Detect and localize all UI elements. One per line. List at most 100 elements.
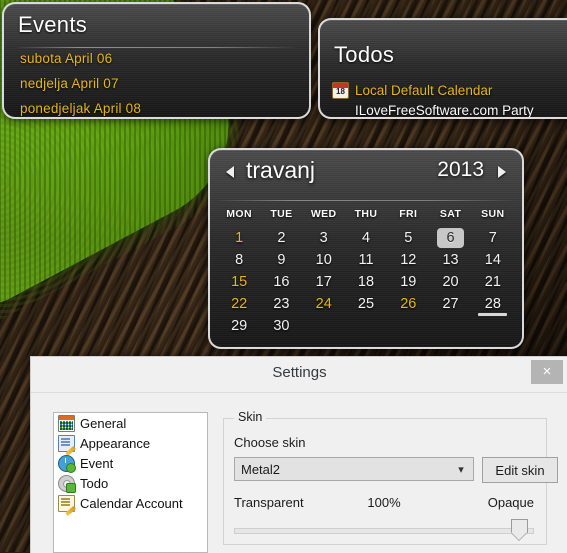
- note-pencil-icon: [58, 434, 75, 452]
- list-item[interactable]: nedjelja April 07: [20, 76, 297, 91]
- transparency-labels: Transparent 100% Opaque: [234, 495, 534, 513]
- list-item[interactable]: subota April 06: [20, 51, 297, 66]
- calendar-day-label: 17: [315, 274, 332, 290]
- calendar-grid: MON TUE WED THU FRI SAT SUN 1 2 3 4 5 6 7 8 9 10 11 12 13 1…: [218, 208, 514, 337]
- settings-titlebar[interactable]: Settings ×: [31, 357, 567, 392]
- events-gadget[interactable]: Events subota April 06 nedjelja April 07…: [2, 2, 311, 119]
- settings-window: Settings × General Appearance Event Todo Cal…: [30, 356, 567, 553]
- calendar-day-23[interactable]: 23: [260, 293, 302, 315]
- calendar-gadget[interactable]: travanj 2013 MON TUE WED THU FRI SAT SUN 12345…: [208, 148, 524, 349]
- calendar-day-4[interactable]: 4: [345, 227, 387, 249]
- calendar-day-17[interactable]: 17: [303, 271, 345, 293]
- calendar-day-20[interactable]: 20: [429, 271, 471, 293]
- todos-gadget[interactable]: Todos 18 Local Default Calendar ILoveFre…: [318, 18, 567, 119]
- events-divider: [17, 47, 296, 48]
- calendar-day-label: 30: [273, 318, 290, 334]
- calendar-week-row: 8 9 10 11 12 13 14: [218, 249, 514, 271]
- calendar-day-22[interactable]: 22: [218, 293, 260, 315]
- calendar-day-label: 13: [442, 252, 459, 268]
- calendar-day-label: 4: [361, 230, 371, 246]
- calendar-day-label: [395, 316, 422, 336]
- calendar-year-label: 2013: [437, 158, 484, 181]
- calendar-week-row: 22 23 24 25 26 27 28: [218, 293, 514, 316]
- close-icon[interactable]: ×: [531, 360, 563, 384]
- calendar-day-29[interactable]: 29: [218, 315, 260, 337]
- todos-list: 18 Local Default Calendar ILoveFreeSoftw…: [332, 82, 567, 117]
- calendar-day-5[interactable]: 5: [387, 227, 429, 249]
- calendar-day-28[interactable]: 28: [472, 293, 514, 316]
- calendar-day-2[interactable]: 2: [260, 227, 302, 249]
- calendar-day-empty: [472, 315, 514, 337]
- todos-calendar-row[interactable]: 18 Local Default Calendar: [332, 82, 567, 99]
- sidebar-item-general[interactable]: General: [54, 413, 207, 433]
- calendar-day-26[interactable]: 26: [387, 293, 429, 315]
- calendar-icon: 18: [332, 82, 349, 99]
- calendar-day-16[interactable]: 16: [260, 271, 302, 293]
- transparency-slider[interactable]: [234, 519, 534, 541]
- calendar-day-24[interactable]: 24: [303, 293, 345, 315]
- calendar-day-30[interactable]: 30: [260, 315, 302, 337]
- calendar-day-18[interactable]: 18: [345, 271, 387, 293]
- page-title: Settings: [272, 364, 327, 381]
- calendar-day-3[interactable]: 3: [303, 227, 345, 249]
- calendar-day-8[interactable]: 8: [218, 249, 260, 271]
- calendar-day-label: 3: [319, 230, 328, 246]
- calendar-day-empty: [303, 315, 345, 337]
- calendar-day-7[interactable]: 7: [472, 227, 514, 249]
- list-item[interactable]: ILoveFreeSoftware.com Party: [355, 103, 567, 117]
- calendar-day-label: 20: [442, 274, 459, 290]
- calendar-day-11[interactable]: 11: [345, 249, 387, 271]
- sidebar-item-appearance[interactable]: Appearance: [54, 433, 207, 453]
- slider-track: [234, 528, 534, 534]
- calendar-day-label: 28: [478, 294, 508, 316]
- calendar-day-9[interactable]: 9: [260, 249, 302, 271]
- calendar-icon-day: 18: [336, 87, 345, 96]
- slider-thumb[interactable]: [511, 519, 528, 533]
- calendar-month-label: travanj: [246, 157, 316, 183]
- clock-add-icon: [58, 454, 76, 473]
- account-pencil-icon: [58, 494, 75, 512]
- events-gadget-title: Events: [18, 12, 88, 37]
- calendar-day-label: 7: [488, 230, 497, 246]
- sidebar-item-calendar-account[interactable]: Calendar Account: [54, 493, 207, 513]
- calendar-day-21[interactable]: 21: [472, 271, 514, 293]
- calendar-day-label: 6: [437, 228, 465, 248]
- calendar-day-27[interactable]: 27: [429, 293, 471, 315]
- settings-nav-list[interactable]: General Appearance Event Todo Calendar Accou…: [53, 412, 208, 553]
- calendar-day-label: 5: [404, 230, 413, 246]
- calendar-day-13[interactable]: 13: [429, 249, 471, 271]
- skin-group-label: Skin: [234, 410, 267, 424]
- sidebar-item-label: Appearance: [80, 435, 151, 451]
- list-item[interactable]: ponedjeljak April 08: [20, 101, 297, 116]
- calendar-day-label: [479, 316, 506, 336]
- calendar-day-empty: [345, 315, 387, 337]
- sidebar-item-todo[interactable]: Todo: [54, 473, 207, 493]
- calendar-day-empty: [387, 315, 429, 337]
- calendar-day-12[interactable]: 12: [387, 249, 429, 271]
- sidebar-item-label: General: [80, 415, 127, 431]
- todos-calendar-name: Local Default Calendar: [355, 83, 493, 98]
- calendar-day-label: 12: [400, 252, 417, 268]
- calendar-day-label: 10: [315, 252, 332, 268]
- settings-body: General Appearance Event Todo Calendar Accou…: [31, 392, 567, 553]
- calendar-day-6[interactable]: 6: [429, 227, 471, 249]
- calendar-day-10[interactable]: 10: [303, 249, 345, 271]
- calendar-day-25[interactable]: 25: [345, 293, 387, 315]
- gear-add-icon: [58, 474, 76, 493]
- triangle-left-icon[interactable]: [226, 166, 234, 178]
- calendar-day-label: 22: [231, 296, 248, 312]
- skin-select[interactable]: Metal2 ▾: [234, 457, 474, 481]
- calendar-day-14[interactable]: 14: [472, 249, 514, 271]
- calendar-day-header-tue: TUE: [270, 208, 293, 220]
- triangle-right-icon[interactable]: [498, 166, 506, 178]
- sidebar-item-event[interactable]: Event: [54, 453, 207, 473]
- calendar-day-label: 1: [235, 230, 244, 246]
- calendar-day-15[interactable]: 15: [218, 271, 260, 293]
- calendar-header: travanj 2013: [210, 150, 522, 196]
- edit-skin-button[interactable]: Edit skin: [482, 457, 558, 483]
- sidebar-item-label: Todo: [80, 475, 109, 491]
- calendar-day-1[interactable]: 1: [218, 227, 260, 249]
- calendar-day-19[interactable]: 19: [387, 271, 429, 293]
- chevron-down-icon: ▾: [458, 463, 464, 476]
- calendar-day-header-mon: MON: [226, 208, 252, 220]
